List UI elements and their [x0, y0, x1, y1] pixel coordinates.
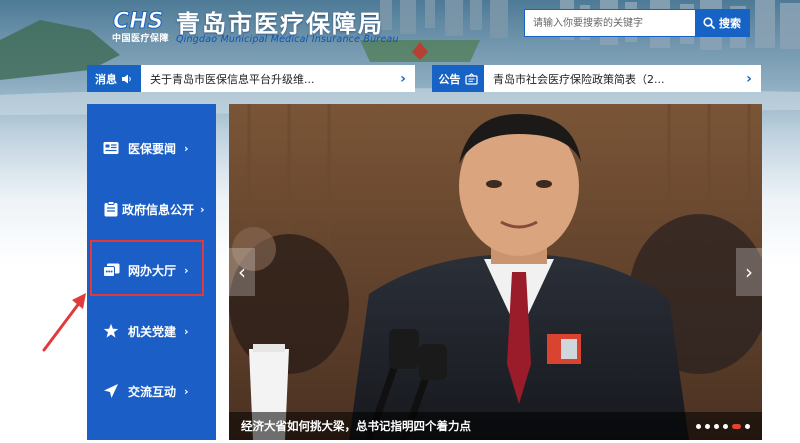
notice-tag: 公告 — [432, 65, 484, 92]
news-tag-label: 消息 — [95, 72, 117, 86]
chevron-right-icon: › — [184, 324, 189, 338]
notice-board-icon — [464, 72, 478, 85]
sidebar-item-news[interactable]: 医保要闻 › — [87, 123, 216, 173]
svg-text:CHS: CHS — [113, 9, 163, 32]
sidebar-item-interaction[interactable]: 交流互动 › — [87, 366, 216, 416]
search-icon — [703, 17, 715, 29]
carousel-dot[interactable] — [723, 423, 728, 429]
carousel-dot[interactable] — [714, 423, 719, 429]
sidebar-item-party-building[interactable]: 机关党建 › — [87, 306, 216, 356]
sidebar-item-gov-info[interactable]: 政府信息公开 › — [87, 184, 216, 234]
news-icon — [102, 139, 120, 157]
sidebar-item-label: 政府信息公开 — [122, 202, 195, 217]
send-icon — [102, 382, 120, 400]
clipboard-icon — [102, 200, 120, 218]
carousel-slide-image[interactable] — [229, 104, 762, 440]
highlight-box — [90, 240, 204, 296]
carousel-next-button[interactable]: › — [736, 248, 762, 296]
pointer-arrow-icon — [42, 293, 86, 352]
party-star-icon — [102, 322, 120, 340]
notice-tag-label: 公告 — [438, 72, 461, 86]
chs-logo-icon: CHS — [113, 9, 164, 33]
carousel-dot[interactable] — [732, 423, 741, 429]
news-next-icon[interactable]: › — [391, 65, 415, 92]
carousel-dot[interactable] — [705, 423, 710, 429]
carousel-prev-button[interactable]: ‹ — [229, 248, 255, 296]
news-headline[interactable]: 关于青岛市医保信息平台升级维... — [141, 65, 391, 92]
logo-subtext: 中国医疗保障 — [112, 34, 170, 44]
site-logo[interactable]: CHS — [112, 6, 170, 33]
search-button[interactable]: 搜索 — [695, 10, 749, 36]
search-input[interactable] — [525, 10, 695, 36]
carousel-caption-bar: 经济大省如何挑大梁，总书记指明四个着力点 — [229, 412, 762, 440]
sidebar-item-label: 交流互动 — [128, 384, 177, 399]
carousel-caption[interactable]: 经济大省如何挑大梁，总书记指明四个着力点 — [229, 418, 696, 434]
notice-bar[interactable]: 公告 青岛市社会医疗保险政策简表（2... › — [432, 65, 761, 92]
news-carousel[interactable]: ‹ › 经济大省如何挑大梁，总书记指明四个着力点 — [229, 104, 762, 440]
site-subtitle: Qingdao Municipal Medical Insurance Bure… — [176, 34, 399, 45]
chevron-right-icon: › — [184, 384, 189, 398]
chevron-right-icon: › — [200, 202, 205, 216]
search-button-label: 搜索 — [719, 17, 741, 30]
speaker-icon — [122, 74, 131, 83]
search-box: 搜索 — [524, 9, 750, 37]
chevron-right-icon: › — [184, 141, 189, 155]
notice-next-icon[interactable]: › — [737, 65, 761, 92]
carousel-pagination — [696, 423, 762, 429]
carousel-dot[interactable] — [696, 423, 701, 429]
sidebar-item-label: 医保要闻 — [128, 141, 177, 156]
carousel-dot[interactable] — [745, 423, 750, 429]
news-tag: 消息 — [87, 65, 141, 92]
notice-headline[interactable]: 青岛市社会医疗保险政策简表（2... — [484, 65, 737, 92]
sidebar-item-label: 机关党建 — [128, 324, 177, 339]
news-bar[interactable]: 消息 关于青岛市医保信息平台升级维... › — [87, 65, 415, 92]
